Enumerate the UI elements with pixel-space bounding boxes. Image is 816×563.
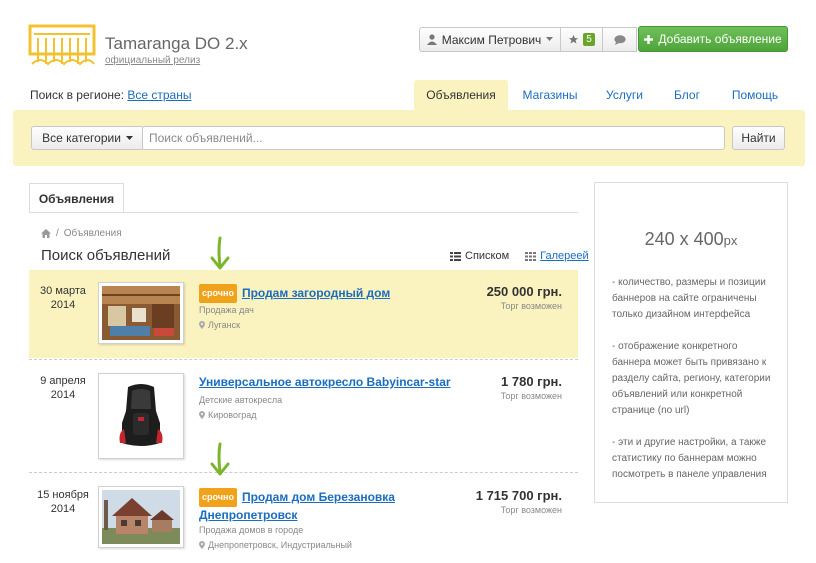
house-interior-photo [102, 286, 180, 340]
listing-date-day: 9 апреля [40, 375, 86, 387]
listing-location-text: Луганск [208, 320, 241, 330]
caret-down-icon [546, 37, 554, 41]
banner-note: - эти и другие настройки, а также статис… [612, 437, 767, 480]
listing-divider [29, 472, 578, 473]
region-label: Поиск в регионе: [30, 88, 125, 102]
search-bar: Все категории Найти [13, 110, 805, 166]
listing-date-year: 2014 [50, 503, 76, 515]
banner-size: 240 x 400px [595, 229, 787, 250]
search-button[interactable]: Найти [732, 126, 785, 150]
tab-services[interactable]: Услуги [592, 80, 657, 110]
arrow-down-icon [210, 236, 230, 270]
listing-date-year: 2014 [50, 299, 76, 311]
listing-price-note: Торг возможен [500, 301, 562, 311]
content-tab-listings[interactable]: Объявления [29, 183, 124, 213]
star-icon [569, 34, 579, 44]
favorites-count-badge: 5 [583, 33, 595, 46]
view-gallery-button[interactable]: Галереей [540, 250, 589, 262]
map-pin-icon [199, 321, 205, 329]
banner-placeholder[interactable]: 240 x 400px - количество, размеры и пози… [594, 182, 788, 503]
listing-title-link[interactable]: Универсальное автокресло Babyincar-star [199, 375, 451, 389]
listing-category: Продажа дач [199, 305, 254, 315]
user-toolbar: Максим Петрович 5 [419, 27, 637, 52]
car-seat-photo [102, 377, 180, 455]
listing-location-text: Днепропетровск, Индустриальный [208, 540, 352, 550]
listing-date: 30 марта 2014 [29, 284, 97, 312]
listing-date-day: 30 марта [40, 285, 86, 297]
region-selector: Поиск в регионе: Все страны [30, 88, 191, 102]
grid-icon [525, 251, 537, 261]
tab-divider [29, 212, 578, 213]
tab-listings[interactable]: Объявления [414, 80, 508, 110]
listing-location: Кировоград [199, 410, 257, 420]
add-listing-button[interactable]: Добавить объявление [638, 26, 788, 52]
favorites-button[interactable]: 5 [561, 27, 603, 52]
listing-title: Универсальное автокресло Babyincar-star [199, 374, 451, 391]
tab-help[interactable]: Помощь [717, 80, 793, 110]
caret-down-icon [125, 135, 133, 140]
banner-note: - отображение конкретного баннера может … [612, 341, 771, 416]
banner-description: - количество, размеры и позиции баннеров… [612, 275, 778, 499]
home-icon[interactable] [41, 229, 51, 238]
listing-date-day: 15 ноября [37, 489, 89, 501]
tab-blog[interactable]: Блог [657, 80, 717, 110]
user-icon [426, 34, 437, 45]
listing-date: 15 ноября 2014 [29, 488, 97, 516]
arrow-down-icon [210, 442, 230, 476]
listing-location: Луганск [199, 320, 240, 330]
listing-title: срочно Продам загородный дом [199, 284, 390, 303]
listing-row: 15 ноября 2014 срочно Продам дом Березано… [29, 474, 578, 563]
banner-size-value: 240 x 400 [644, 229, 724, 249]
main-nav-tabs: Объявления Магазины Услуги Блог Помощь [414, 80, 793, 110]
listing-thumbnail[interactable] [98, 486, 184, 548]
listing-row: 30 марта 2014 срочно Продам загородный до… [29, 270, 578, 358]
listing-thumbnail[interactable] [98, 373, 184, 459]
map-pin-icon [199, 541, 205, 549]
user-menu-button[interactable]: Максим Петрович [419, 27, 561, 52]
site-title: Tamaranga DO 2.x [105, 34, 248, 53]
listing-location-text: Кировоград [208, 410, 257, 420]
listing-price: 1 715 700 грн. [475, 488, 562, 503]
tab-shops[interactable]: Магазины [508, 80, 592, 110]
house-photo [102, 490, 180, 544]
banner-size-unit: px [723, 233, 738, 248]
view-switch: Списком Галереей [450, 250, 589, 262]
region-link[interactable]: Все страны [127, 88, 191, 102]
listing-location: Днепропетровск, Индустриальный [199, 540, 352, 550]
search-input[interactable] [142, 126, 725, 150]
listing-date: 9 апреля 2014 [29, 374, 97, 402]
map-pin-icon [199, 411, 205, 419]
listing-price: 1 780 грн. [501, 374, 562, 389]
banner-note: - количество, размеры и позиции баннеров… [612, 277, 766, 320]
list-icon [450, 251, 461, 261]
urgent-badge: срочно [199, 284, 237, 303]
category-dropdown[interactable]: Все категории [31, 126, 144, 150]
listing-title: срочно Продам дом Березановка Днепропетров… [199, 488, 414, 524]
breadcrumb-separator: / [56, 228, 59, 239]
site-subtitle-link[interactable]: официальный релиз [105, 55, 200, 66]
breadcrumb-current: Объявления [63, 228, 122, 239]
listing-date-year: 2014 [50, 389, 76, 401]
logo-icon[interactable] [28, 24, 96, 68]
listing-price: 250 000 грн. [486, 284, 562, 299]
chat-icon [613, 34, 626, 45]
view-list-button[interactable]: Списком [465, 250, 509, 262]
plus-icon [644, 34, 654, 44]
user-name: Максим Петрович [441, 32, 542, 47]
listing-price-note: Торг возможен [500, 505, 562, 515]
listing-category: Продажа домов в городе [199, 525, 304, 535]
listing-row: 9 апреля 2014 Универсальное автокресло B… [29, 360, 578, 472]
listing-title-link[interactable]: Продам загородный дом [242, 286, 390, 300]
category-dropdown-label: Все категории [42, 131, 121, 145]
listing-thumbnail[interactable] [98, 282, 184, 344]
breadcrumb: / Объявления [41, 228, 122, 239]
messages-button[interactable] [603, 27, 637, 52]
page-title: Поиск объявлений [41, 247, 171, 264]
listing-category: Детские автокресла [199, 395, 283, 405]
add-listing-label: Добавить объявление [658, 32, 782, 46]
listing-price-note: Торг возможен [500, 391, 562, 401]
urgent-badge: срочно [199, 488, 237, 507]
